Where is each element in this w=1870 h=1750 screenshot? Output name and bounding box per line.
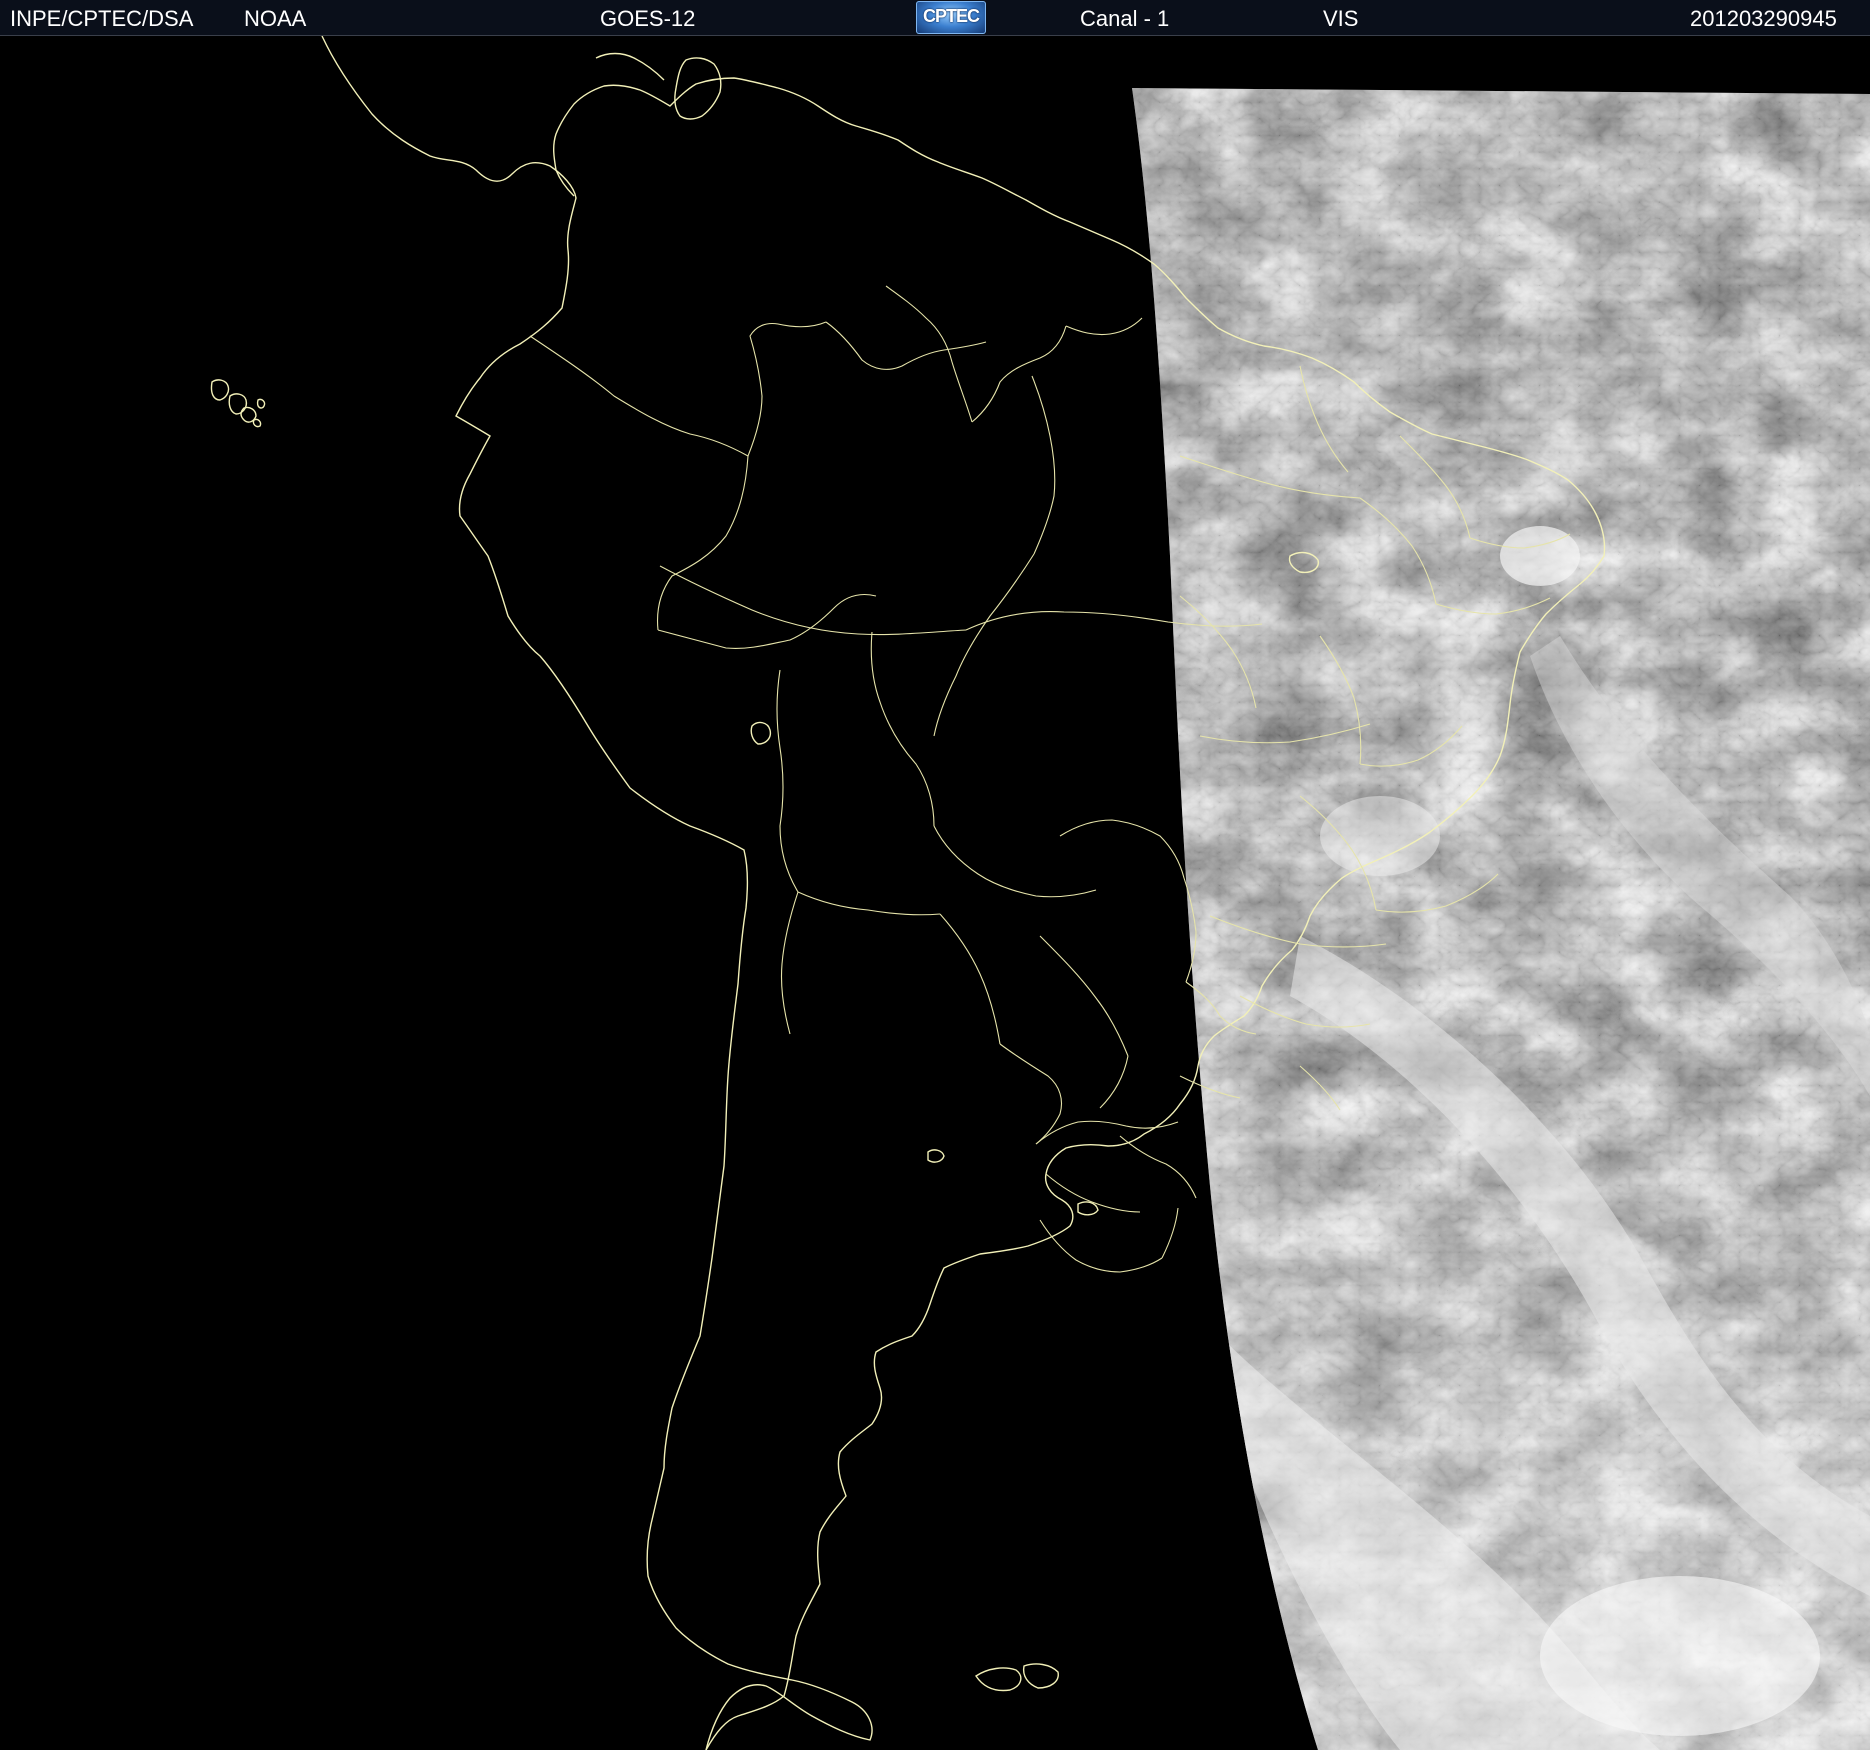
source-label: NOAA — [244, 6, 307, 31]
galapagos-islands — [210, 379, 266, 428]
cloud-swath — [1132, 88, 1870, 1750]
falkland-islands — [975, 1663, 1059, 1692]
satellite-image — [0, 36, 1870, 1750]
header-bar: INPE/CPTEC/DSA NOAA GOES-12 CPTEC Canal … — [0, 0, 1870, 36]
timestamp-label: 201203290945 — [1690, 6, 1837, 31]
agency-label: INPE/CPTEC/DSA — [10, 6, 194, 31]
cptec-logo-icon: CPTEC — [916, 1, 986, 34]
band-label: VIS — [1323, 6, 1359, 31]
channel-label: Canal - 1 — [1080, 6, 1170, 31]
logo-text: CPTEC — [922, 6, 980, 26]
satellite-label: GOES-12 — [600, 6, 696, 31]
satellite-map — [210, 36, 1870, 1750]
